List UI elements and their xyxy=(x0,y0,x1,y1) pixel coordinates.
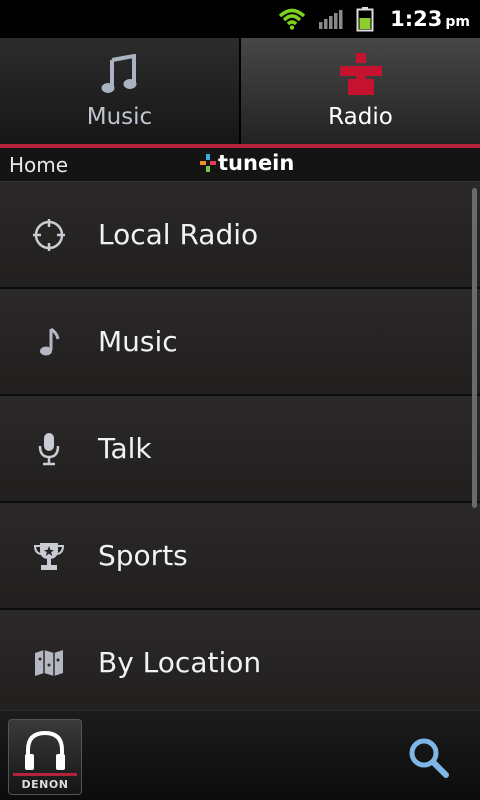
scrollbar[interactable] xyxy=(472,188,477,508)
category-list: Local Radio Music Talk Sports By Locatio… xyxy=(0,182,480,710)
tunein-radio-icon xyxy=(338,52,384,98)
map-icon xyxy=(0,649,98,677)
search-icon xyxy=(409,738,449,778)
denon-label: DENON xyxy=(21,778,69,791)
breadcrumb: Home tunein xyxy=(0,148,480,182)
search-button[interactable] xyxy=(408,737,450,779)
footer-bar: DENON xyxy=(0,710,480,800)
status-bar: 1:23 pm xyxy=(0,0,480,38)
tab-bar: Music Radio xyxy=(0,38,480,144)
list-item-music[interactable]: Music xyxy=(0,289,480,396)
trophy-icon xyxy=(0,540,98,572)
tab-radio[interactable]: Radio xyxy=(241,38,480,144)
tab-label: Radio xyxy=(328,104,393,130)
music-note-icon xyxy=(0,327,98,357)
list-item-local-radio[interactable]: Local Radio xyxy=(0,182,480,289)
denon-button[interactable]: DENON xyxy=(8,719,82,795)
battery-icon xyxy=(356,6,374,32)
headphones-icon xyxy=(25,730,65,770)
list-item-label: By Location xyxy=(98,646,262,679)
music-note-icon xyxy=(100,52,140,98)
list-item-label: Talk xyxy=(98,432,152,465)
list-item-by-location[interactable]: By Location xyxy=(0,610,480,710)
list-item-sports[interactable]: Sports xyxy=(0,503,480,610)
tunein-logo: tunein xyxy=(200,151,294,175)
signal-icon xyxy=(318,8,344,30)
wifi-icon xyxy=(278,8,306,30)
tunein-logo-icon xyxy=(200,154,216,172)
clock: 1:23 pm xyxy=(390,7,470,31)
tab-label: Music xyxy=(86,104,153,130)
tab-music[interactable]: Music xyxy=(0,38,239,144)
denon-accent-bar xyxy=(13,773,77,776)
microphone-icon xyxy=(0,432,98,466)
list-item-label: Music xyxy=(98,325,178,358)
list-item-label: Local Radio xyxy=(98,218,259,251)
tunein-wordmark: tunein xyxy=(218,151,295,175)
breadcrumb-home[interactable]: Home xyxy=(0,153,68,177)
list-item-talk[interactable]: Talk xyxy=(0,396,480,503)
list-item-label: Sports xyxy=(98,539,188,572)
crosshair-icon xyxy=(0,218,98,252)
